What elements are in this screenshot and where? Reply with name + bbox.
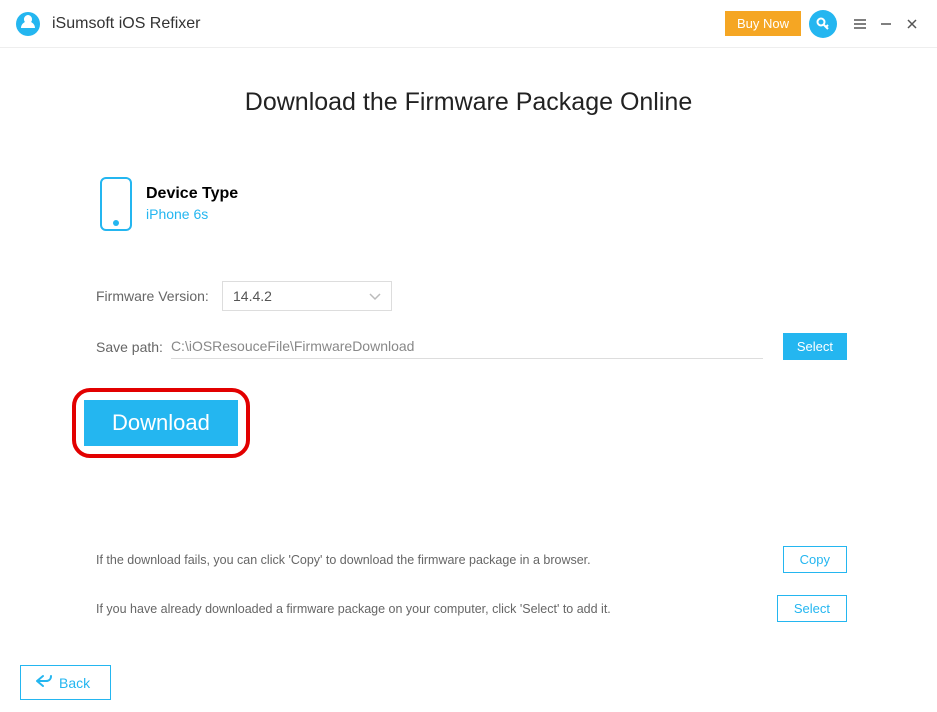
copy-button[interactable]: Copy — [783, 546, 847, 573]
firmware-row: Firmware Version: 14.4.2 — [90, 281, 847, 311]
app-logo-icon — [14, 10, 42, 38]
phone-icon — [100, 177, 132, 231]
back-label: Back — [59, 675, 90, 691]
buy-now-button[interactable]: Buy Now — [725, 11, 801, 36]
download-button[interactable]: Download — [84, 400, 238, 446]
save-path-label: Save path: — [96, 339, 163, 355]
app-title: iSumsoft iOS Refixer — [52, 15, 200, 33]
titlebar: iSumsoft iOS Refixer Buy Now — [0, 0, 937, 48]
minimize-button[interactable] — [873, 11, 899, 37]
device-type-label: Device Type — [146, 183, 238, 205]
firmware-selected-value: 14.4.2 — [233, 288, 272, 304]
close-button[interactable] — [899, 11, 925, 37]
firmware-label: Firmware Version: — [96, 288, 222, 304]
hint-copy-row: If the download fails, you can click 'Co… — [96, 546, 847, 573]
save-path-row: Save path: C:\iOSResouceFile\FirmwareDow… — [90, 333, 847, 360]
device-name: iPhone 6s — [146, 205, 238, 225]
download-wrap: Download — [84, 400, 238, 446]
key-icon[interactable] — [809, 10, 837, 38]
device-info: Device Type iPhone 6s — [90, 177, 847, 231]
select-local-button[interactable]: Select — [777, 595, 847, 622]
hint-copy-text: If the download fails, you can click 'Co… — [96, 553, 591, 567]
back-button[interactable]: Back — [20, 665, 111, 700]
page-title: Download the Firmware Package Online — [90, 88, 847, 117]
chevron-down-icon — [369, 288, 381, 304]
firmware-version-select[interactable]: 14.4.2 — [222, 281, 392, 311]
main-content: Download the Firmware Package Online Dev… — [0, 48, 937, 622]
menu-icon[interactable] — [847, 11, 873, 37]
save-path-value: C:\iOSResouceFile\FirmwareDownload — [171, 334, 763, 359]
hint-select-text: If you have already downloaded a firmwar… — [96, 602, 611, 616]
select-path-button[interactable]: Select — [783, 333, 847, 360]
back-arrow-icon — [35, 674, 53, 691]
hints: If the download fails, you can click 'Co… — [90, 546, 847, 622]
hint-select-row: If you have already downloaded a firmwar… — [96, 595, 847, 622]
